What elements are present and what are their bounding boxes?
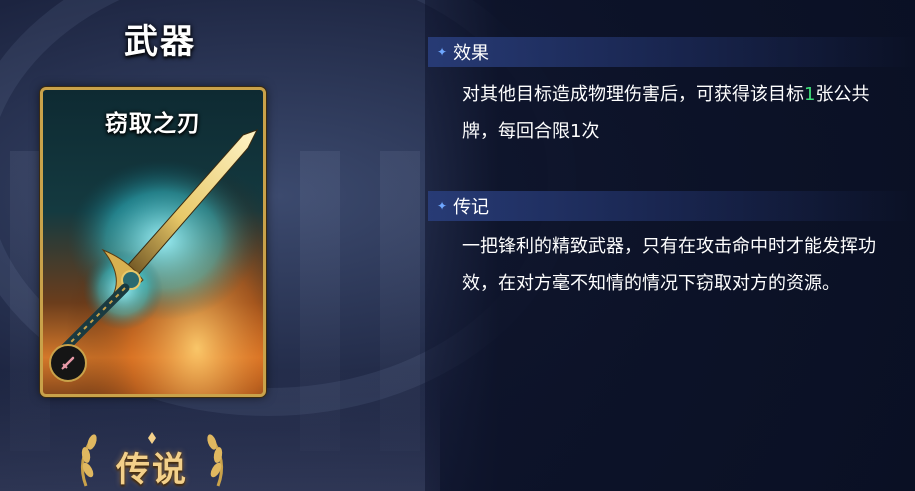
sword-icon bbox=[49, 344, 87, 382]
rarity-label: 传说 bbox=[116, 450, 188, 490]
effect-highlight-number: 1 bbox=[804, 84, 816, 105]
category-title: 武器 bbox=[124, 22, 196, 62]
effect-text: 对其他目标造成物理伤害后，可获得该目标1张公共牌，每回合限1次 bbox=[462, 76, 902, 150]
effect-header: ✦ 效果 bbox=[428, 37, 915, 67]
diamond-icon: ✦ bbox=[437, 45, 448, 59]
lore-title: 传记 bbox=[453, 197, 490, 218]
lore-text: 一把锋利的精致武器，只有在攻击命中时才能发挥功效，在对方毫不知情的情况下窃取对方… bbox=[462, 236, 876, 294]
rarity-badge: 传说 bbox=[72, 430, 232, 491]
lore-header: ✦ 传记 bbox=[428, 191, 915, 221]
diamond-icon: ✦ bbox=[437, 199, 448, 213]
item-card[interactable]: 窃取之刃 bbox=[40, 87, 266, 397]
effect-title: 效果 bbox=[453, 43, 490, 64]
effect-text-part: 对其他目标造成物理伤害后，可获得该目标 bbox=[462, 84, 804, 105]
card-name: 窃取之刃 bbox=[105, 110, 201, 137]
